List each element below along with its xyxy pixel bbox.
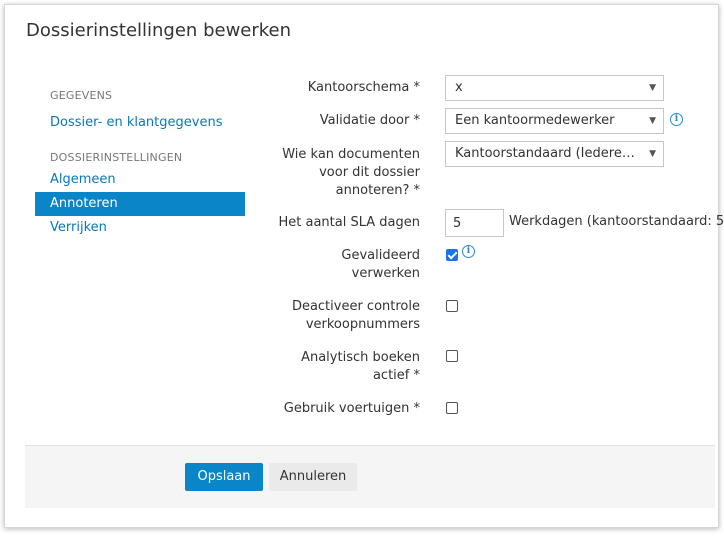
chevron-down-icon: ▼ (649, 149, 656, 159)
sidebar-item-verrijken[interactable]: Verrijken (35, 216, 245, 240)
sla-days-input[interactable] (445, 209, 504, 237)
sidebar-section-dossierinstellingen: DOSSIERINSTELLINGEN (50, 151, 183, 164)
gevalideerd-label: Gevalideerd verwerken (341, 247, 420, 283)
analytisch-label-line2: actief * (372, 368, 420, 383)
sidebar-item-algemeen[interactable]: Algemeen (35, 168, 245, 192)
sla-label: Het aantal SLA dagen (278, 215, 420, 230)
gevalideerd-label-line2: verwerken (351, 266, 420, 281)
deactiveer-label-line1: Deactiveer controle (291, 299, 420, 314)
info-icon[interactable]: i (462, 245, 475, 258)
annoteren-label-line3: annoteren? * (335, 183, 420, 198)
sla-unit-text: Werkdagen (kantoorstandaard: 5) (509, 214, 724, 229)
kantoorschema-select[interactable]: x ▼ (445, 75, 664, 101)
cancel-button[interactable]: Annuleren (269, 463, 357, 491)
analytisch-label-line1: Analytisch boeken (301, 350, 420, 365)
gevalideerd-checkbox[interactable] (446, 249, 458, 261)
kantoorschema-value: x (455, 80, 463, 95)
dialog-footer: Opslaan Annuleren (25, 445, 715, 508)
deactiveer-label: Deactiveer controle verkoopnummers (292, 298, 420, 334)
kantoorschema-label: Kantoorschema * (307, 80, 420, 95)
annoteren-select[interactable]: Kantoorstandaard (Iedereen... ▼ (445, 141, 664, 167)
annoteren-value: Kantoorstandaard (Iedereen... (455, 146, 637, 161)
annoteren-label-line1: Wie kan documenten (282, 147, 420, 162)
voertuigen-label: Gebruik voertuigen * (283, 401, 420, 416)
deactiveer-checkbox[interactable] (446, 300, 458, 312)
info-icon[interactable]: i (670, 113, 683, 126)
chevron-down-icon: ▼ (649, 116, 656, 126)
sidebar-item-dossier-klantgegevens[interactable]: Dossier- en klantgegevens (35, 111, 245, 135)
validatie-value: Een kantoormedewerker (455, 113, 615, 128)
annoteren-label: Wie kan documenten voor dit dossier anno… (282, 146, 420, 200)
dialog-title: Dossierinstellingen bewerken (26, 20, 292, 41)
validatie-select[interactable]: Een kantoormedewerker ▼ (445, 108, 664, 134)
save-button[interactable]: Opslaan (185, 463, 263, 491)
deactiveer-label-line2: verkoopnummers (305, 317, 420, 332)
voertuigen-checkbox[interactable] (446, 402, 458, 414)
sidebar-item-annoteren[interactable]: Annoteren (35, 192, 245, 216)
validatie-label: Validatie door * (319, 113, 420, 128)
analytisch-label: Analytisch boeken actief * (301, 349, 420, 385)
gevalideerd-label-line1: Gevalideerd (341, 248, 420, 263)
settings-dialog: Dossierinstellingen bewerken GEGEVENS Do… (4, 4, 724, 528)
analytisch-checkbox[interactable] (446, 350, 458, 362)
annoteren-label-line2: voor dit dossier (319, 165, 420, 180)
chevron-down-icon: ▼ (649, 83, 656, 93)
sidebar-section-gegevens: GEGEVENS (50, 89, 113, 102)
